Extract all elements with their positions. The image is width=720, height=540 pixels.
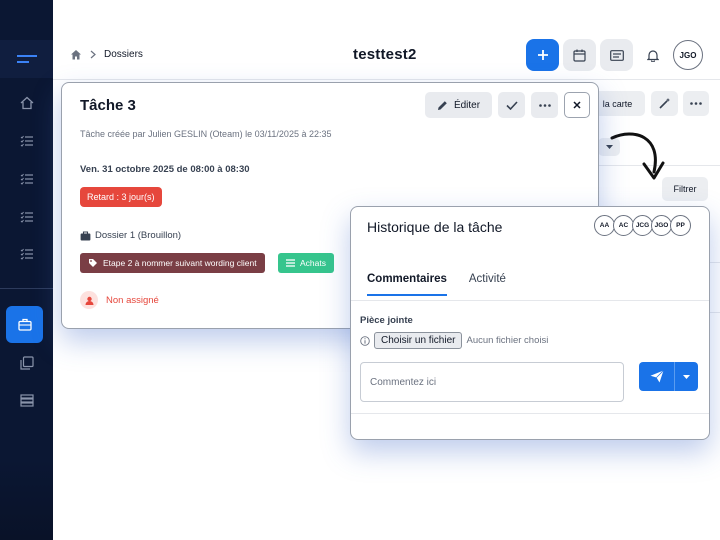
comment-placeholder: Commentez ici <box>370 376 437 388</box>
comment-input[interactable]: Commentez ici <box>360 362 624 402</box>
card-view-button[interactable] <box>600 39 633 71</box>
category-chip-label: Achats <box>300 258 326 268</box>
breadcrumb-item[interactable]: Dossiers <box>104 49 143 60</box>
task-folder-label: Dossier 1 (Brouillon) <box>95 230 182 241</box>
tab-comments[interactable]: Commentaires <box>367 273 447 296</box>
curved-arrow-icon <box>610 132 665 180</box>
choose-file-button[interactable]: Choisir un fichier <box>374 332 463 349</box>
task-list-icon[interactable] <box>0 241 53 267</box>
user-icon <box>80 291 98 309</box>
edit-button-label: Éditer <box>453 99 481 111</box>
task-date: Ven. 31 octobre 2025 de 08:00 à 08:30 <box>80 164 250 175</box>
add-button[interactable] <box>526 39 559 71</box>
send-button-group <box>639 362 698 391</box>
task-more-button[interactable] <box>531 92 558 118</box>
task-folder[interactable]: Dossier 1 (Brouillon) <box>80 230 181 241</box>
app-root: Dossiers testtest2 JGO la carte Filtrer … <box>0 0 720 540</box>
no-file-text: Aucun fichier choisi <box>466 335 549 346</box>
tag-icon <box>89 259 97 267</box>
page-title: testtest2 <box>353 46 417 63</box>
home-icon[interactable] <box>0 90 53 116</box>
database-icon[interactable] <box>0 387 53 413</box>
sidebar-fade <box>0 460 53 540</box>
menu-toggle-icon[interactable] <box>0 40 53 78</box>
task-history-card: Historique de la tâche AA AC JCG JGO PP … <box>350 206 710 440</box>
paper-plane-icon <box>650 370 664 383</box>
magic-wand-button[interactable] <box>651 91 678 116</box>
task-list-icon[interactable] <box>0 166 53 192</box>
more-icon <box>538 103 551 107</box>
avatar[interactable]: AC <box>613 215 634 236</box>
info-icon <box>360 335 370 346</box>
task-list-icon[interactable] <box>0 204 53 230</box>
stage-chip[interactable]: Etape 2 à nommer suivant wording client <box>80 253 265 273</box>
tabs-divider <box>351 300 709 301</box>
assignee[interactable]: Non assigné <box>80 291 159 309</box>
filter-button-label: Filtrer <box>673 184 697 194</box>
calendar-button[interactable] <box>563 39 596 71</box>
avatar[interactable]: AA <box>594 215 615 236</box>
avatar[interactable]: JGO <box>651 215 672 236</box>
history-title: Historique de la tâche <box>367 219 503 235</box>
avatar[interactable]: PP <box>670 215 691 236</box>
notifications-button[interactable] <box>636 39 669 71</box>
home-icon[interactable] <box>70 49 82 60</box>
task-title: Tâche 3 <box>80 97 136 114</box>
send-options-button[interactable] <box>674 362 698 391</box>
edit-button[interactable]: Éditer <box>425 92 492 118</box>
breadcrumb: Dossiers <box>70 49 143 60</box>
user-avatar[interactable]: JGO <box>673 40 703 70</box>
task-list-icon[interactable] <box>0 128 53 154</box>
briefcase-icon[interactable] <box>6 306 43 343</box>
bell-icon <box>646 49 659 62</box>
participant-avatars: AA AC JCG JGO PP <box>594 215 691 236</box>
more-icon <box>690 102 702 105</box>
stage-chip-label: Etape 2 à nommer suivant wording client <box>103 258 257 268</box>
sidebar <box>0 0 53 540</box>
list-icon <box>286 259 295 267</box>
task-created-info: Tâche créée par Julien GESLIN (Oteam) le… <box>80 129 332 139</box>
avatar[interactable]: JCG <box>632 215 653 236</box>
complete-button[interactable] <box>498 92 525 118</box>
close-icon <box>573 101 581 109</box>
attachment-row: Choisir un fichier Aucun fichier choisi <box>360 332 548 349</box>
more-options-button[interactable] <box>683 91 709 116</box>
magic-wand-icon <box>659 98 670 109</box>
caret-down-icon <box>683 374 690 379</box>
category-chip[interactable]: Achats <box>278 253 334 273</box>
briefcase-icon <box>80 230 91 240</box>
send-button[interactable] <box>639 362 674 391</box>
calendar-icon <box>573 49 586 62</box>
history-tabs: Commentaires Activité <box>367 273 506 296</box>
id-card-icon <box>609 49 624 61</box>
divider <box>351 413 709 414</box>
copy-icon[interactable] <box>0 350 53 376</box>
late-badge: Retard : 3 jour(s) <box>80 187 162 207</box>
plus-icon <box>537 50 548 60</box>
assignee-label: Non assigné <box>106 294 159 306</box>
close-button[interactable] <box>564 92 590 118</box>
task-actions: Éditer <box>425 92 590 118</box>
pencil-icon <box>437 100 447 110</box>
tab-activity[interactable]: Activité <box>469 273 506 296</box>
attachment-label: Pièce jointe <box>360 315 413 326</box>
sidebar-divider <box>0 288 53 289</box>
chevron-right-icon <box>90 50 96 59</box>
check-icon <box>505 100 518 110</box>
card-button-label: la carte <box>602 98 633 109</box>
